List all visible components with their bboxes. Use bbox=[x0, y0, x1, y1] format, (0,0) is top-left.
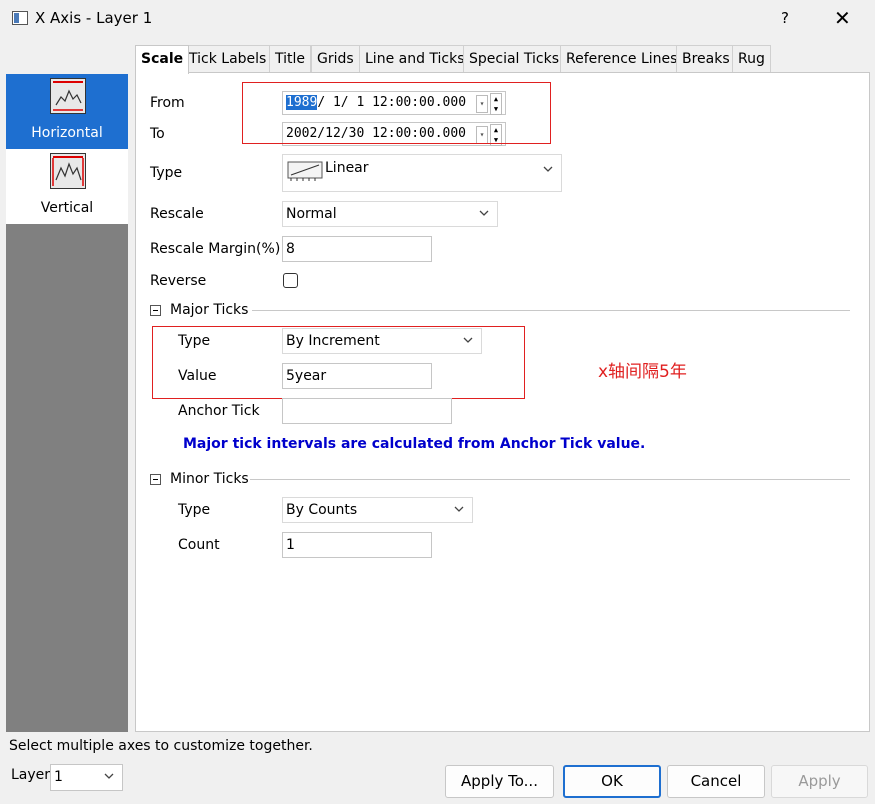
rescale-margin-label: Rescale Margin(%) bbox=[150, 241, 281, 257]
minor-type-value: By Counts bbox=[286, 502, 358, 518]
title-bar: X Axis - Layer 1 ? ✕ bbox=[0, 0, 875, 40]
apply-to-button[interactable]: Apply To... bbox=[445, 765, 554, 798]
tab-breaks[interactable]: Breaks bbox=[676, 45, 736, 73]
anchor-tick-label: Anchor Tick bbox=[178, 403, 260, 419]
annotation-box-range bbox=[242, 82, 551, 144]
horizontal-axis-icon bbox=[50, 78, 86, 114]
type-label: Type bbox=[150, 165, 183, 181]
type-value: Linear bbox=[325, 160, 369, 176]
window-title: X Axis - Layer 1 bbox=[35, 9, 153, 27]
sidebar-item-vertical[interactable]: Vertical bbox=[6, 149, 128, 224]
from-label: From bbox=[150, 95, 185, 111]
tab-reference-lines[interactable]: Reference Lines bbox=[560, 45, 684, 73]
axis-sidebar: Horizontal Vertical bbox=[6, 74, 128, 732]
major-ticks-collapse-icon[interactable] bbox=[150, 305, 161, 316]
tab-tick-labels[interactable]: Tick Labels bbox=[183, 45, 273, 73]
type-select[interactable]: Linear bbox=[282, 154, 562, 192]
tab-bar: Scale Tick Labels Title Grids Line and T… bbox=[135, 45, 870, 74]
minor-count-input[interactable]: 1 bbox=[282, 532, 432, 558]
chevron-down-icon bbox=[103, 770, 115, 782]
annotation-box-major-ticks bbox=[152, 326, 525, 399]
status-text: Select multiple axes to customize togeth… bbox=[9, 738, 313, 754]
tab-line-and-ticks[interactable]: Line and Ticks bbox=[359, 45, 471, 73]
vertical-axis-icon bbox=[50, 153, 86, 189]
sidebar-item-label: Horizontal bbox=[31, 125, 103, 141]
minor-ticks-header: Minor Ticks bbox=[170, 471, 249, 487]
linear-scale-icon bbox=[287, 161, 323, 181]
chevron-down-icon bbox=[453, 503, 465, 515]
major-ticks-divider bbox=[252, 310, 850, 311]
anchor-tick-input[interactable] bbox=[282, 398, 452, 424]
reverse-label: Reverse bbox=[150, 273, 207, 289]
cancel-button[interactable]: Cancel bbox=[667, 765, 765, 798]
chevron-down-icon bbox=[478, 207, 490, 219]
ok-button[interactable]: OK bbox=[563, 765, 661, 798]
app-window-icon bbox=[12, 11, 28, 25]
sidebar-item-label: Vertical bbox=[40, 200, 94, 216]
sidebar-item-horizontal[interactable]: Horizontal bbox=[6, 74, 128, 149]
close-button[interactable]: ✕ bbox=[834, 6, 851, 30]
help-button[interactable]: ? bbox=[781, 9, 789, 27]
minor-type-label: Type bbox=[178, 502, 211, 518]
minor-ticks-divider bbox=[250, 479, 850, 480]
minor-count-label: Count bbox=[178, 537, 220, 553]
rescale-margin-input[interactable]: 8 bbox=[282, 236, 432, 262]
rescale-value: Normal bbox=[286, 206, 337, 222]
major-ticks-info: Major tick intervals are calculated from… bbox=[183, 436, 646, 452]
rescale-label: Rescale bbox=[150, 206, 204, 222]
layer-label: Layer bbox=[11, 767, 51, 783]
minor-type-select[interactable]: By Counts bbox=[282, 497, 473, 523]
tab-rug[interactable]: Rug bbox=[732, 45, 771, 73]
major-ticks-header: Major Ticks bbox=[170, 302, 249, 318]
annotation-text: x轴间隔5年 bbox=[598, 362, 687, 382]
tab-grids[interactable]: Grids bbox=[311, 45, 360, 73]
layer-select[interactable]: 1 bbox=[50, 764, 123, 791]
apply-button[interactable]: Apply bbox=[771, 765, 868, 798]
layer-value: 1 bbox=[54, 769, 63, 785]
tab-title[interactable]: Title bbox=[269, 45, 312, 73]
tab-scale[interactable]: Scale bbox=[135, 45, 190, 74]
chevron-down-icon bbox=[542, 163, 554, 175]
minor-ticks-collapse-icon[interactable] bbox=[150, 474, 161, 485]
to-label: To bbox=[150, 126, 165, 142]
tab-special-ticks[interactable]: Special Ticks bbox=[463, 45, 566, 73]
rescale-select[interactable]: Normal bbox=[282, 201, 498, 227]
reverse-checkbox[interactable] bbox=[283, 273, 298, 288]
